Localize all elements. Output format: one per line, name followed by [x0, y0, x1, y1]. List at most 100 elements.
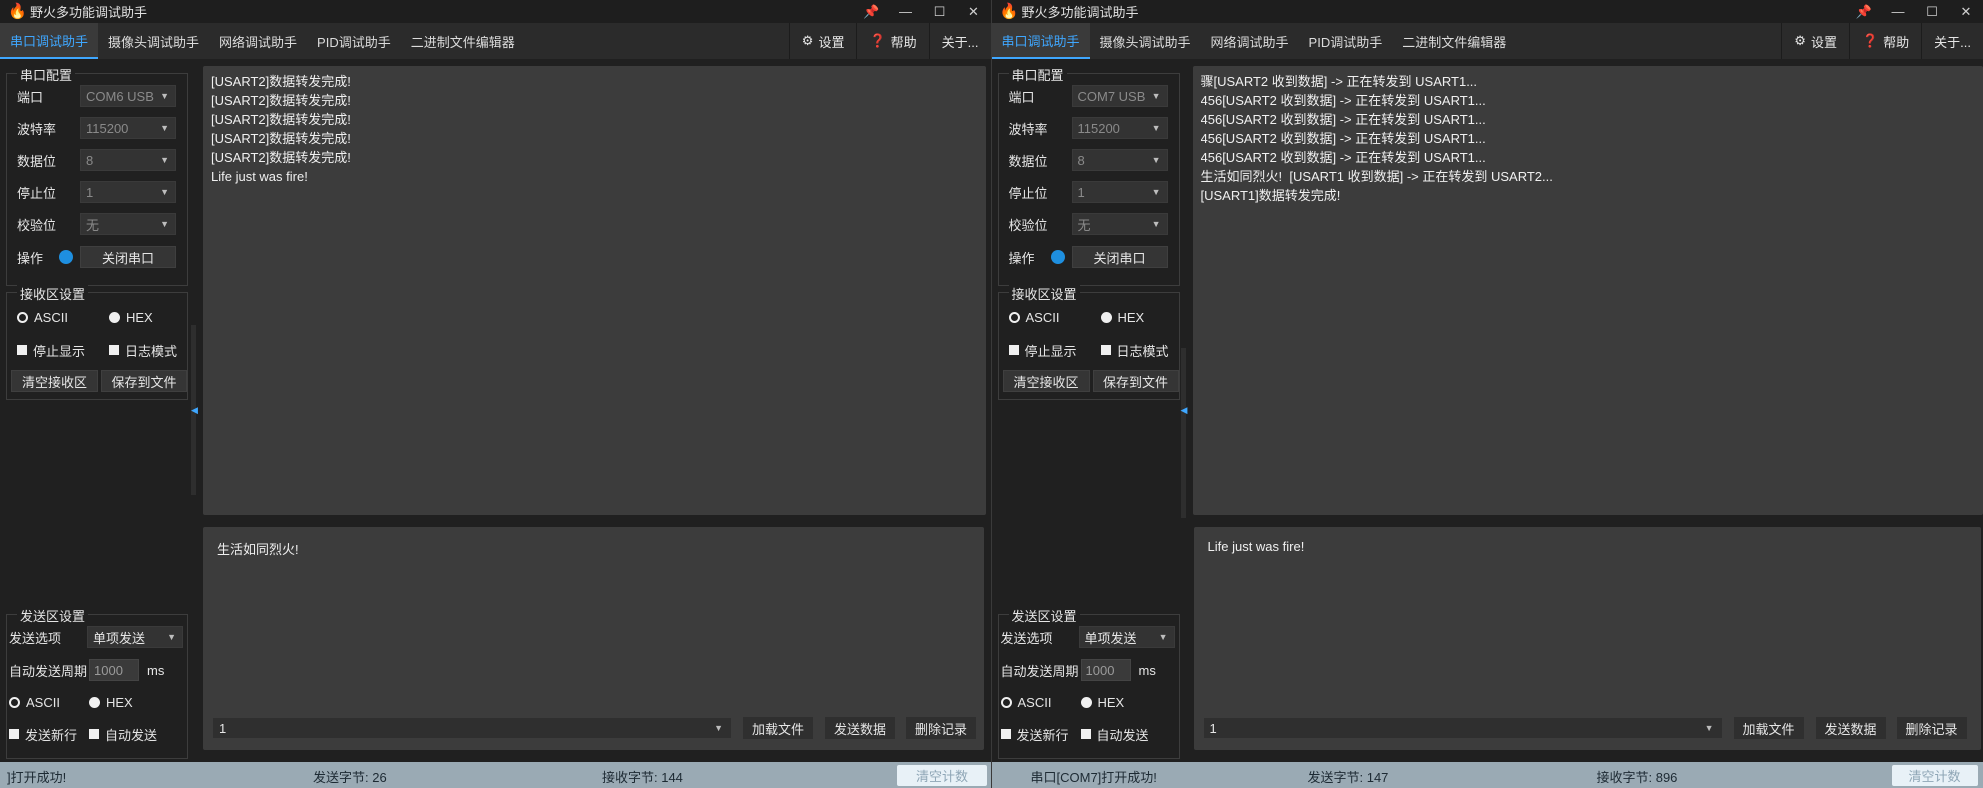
close-port-button[interactable]: 关闭串口 [1071, 246, 1168, 268]
period-unit: ms [147, 662, 165, 678]
minimize-button[interactable]: — [1881, 0, 1915, 23]
send-area[interactable]: 生活如同烈火! 1 ▼ 加载文件 发送数据 删除记录 [203, 527, 984, 750]
help-button[interactable]: ❓ 帮助 [856, 23, 928, 59]
help-button[interactable]: ❓ 帮助 [1848, 23, 1921, 59]
send-data-button[interactable]: 发送数据 [825, 717, 895, 739]
settings-button[interactable]: ⚙ 设置 [1781, 23, 1849, 59]
stop-display-checkbox[interactable]: 停止显示 [17, 341, 109, 360]
panel-splitter[interactable] [1180, 348, 1186, 518]
stopbits-select[interactable]: 1 ▼ [80, 181, 176, 203]
tab-pid[interactable]: PID调试助手 [307, 23, 401, 59]
close-button[interactable]: ✕ [957, 0, 991, 23]
tab-network[interactable]: 网络调试助手 [1201, 23, 1299, 59]
send-hex-radio[interactable]: HEX [1080, 695, 1124, 710]
auto-send-label: 自动发送 [1096, 727, 1149, 743]
parity-select[interactable]: 无 ▼ [80, 213, 176, 235]
save-to-file-button[interactable]: 保存到文件 [1092, 370, 1179, 392]
receive-hex-label: HEX [126, 309, 153, 325]
send-data-button[interactable]: 发送数据 [1815, 717, 1886, 739]
receive-hex-radio[interactable]: HEX [1100, 310, 1144, 325]
log-mode-label: 日志模式 [125, 343, 178, 359]
stopbits-label: 停止位 [1008, 185, 1048, 201]
collapse-arrow-icon[interactable]: ◀ [1181, 405, 1188, 416]
pin-icon[interactable]: 📌 [1847, 0, 1881, 23]
clear-receive-button[interactable]: 清空接收区 [1002, 370, 1090, 392]
tab-camera[interactable]: 摄像头调试助手 [98, 23, 209, 59]
tab-binary-editor[interactable]: 二进制文件编辑器 [401, 23, 525, 59]
receive-ascii-radio[interactable]: ASCII [17, 310, 109, 325]
send-history-value: 1 [219, 720, 227, 736]
delete-history-button[interactable]: 删除记录 [906, 717, 976, 739]
send-area[interactable]: Life just was fire! 1 ▼ 加载文件 发送数据 删除记录 [1193, 527, 1981, 750]
settings-button[interactable]: ⚙ 设置 [788, 23, 857, 59]
stopbits-select[interactable]: 1 ▼ [1071, 181, 1168, 203]
window-title: 野火多功能调试助手 [30, 5, 148, 20]
auto-send-checkbox[interactable]: 自动发送 [89, 725, 157, 744]
baud-select[interactable]: 115200 ▼ [1071, 117, 1168, 139]
about-button[interactable]: 关于... [1921, 23, 1983, 59]
send-ascii-radio[interactable]: ASCII [1000, 694, 1081, 710]
send-ascii-label: ASCII [26, 694, 60, 710]
receive-text: 骤[USART2 收到数据] -> 正在转发到 USART1... 456[US… [1200, 74, 1553, 203]
databits-label: 数据位 [1008, 153, 1048, 169]
send-ascii-radio[interactable]: ASCII [9, 695, 89, 710]
chevron-down-icon: ▼ [160, 219, 169, 229]
minimize-button[interactable]: — [889, 0, 923, 23]
databits-value: 8 [86, 152, 94, 168]
send-option-select[interactable]: 单项发送 ▼ [1078, 626, 1175, 648]
databits-select[interactable]: 8 ▼ [80, 149, 176, 171]
serial-config-title: 串口配置 [17, 65, 76, 84]
delete-history-button[interactable]: 删除记录 [1896, 717, 1967, 739]
send-ascii-label: ASCII [1017, 694, 1052, 710]
send-settings-group: 发送区设置 发送选项 单项发送 ▼ 自动发送周期 1000 ms ASCII HE… [997, 606, 1180, 759]
receive-hex-radio[interactable]: HEX [109, 310, 153, 325]
chevron-down-icon: ▼ [1158, 632, 1168, 642]
log-mode-checkbox[interactable]: 日志模式 [1100, 341, 1169, 360]
collapse-arrow-icon[interactable]: ◀ [191, 405, 198, 416]
close-button[interactable]: ✕ [1949, 0, 1983, 23]
baud-select[interactable]: 115200 ▼ [80, 117, 176, 139]
log-mode-checkbox[interactable]: 日志模式 [109, 341, 177, 360]
auto-period-input[interactable]: 1000 [89, 659, 139, 681]
send-newline-checkbox[interactable]: 发送新行 [1000, 725, 1081, 744]
send-option-select[interactable]: 单项发送 ▼ [87, 626, 183, 648]
auto-period-input[interactable]: 1000 [1080, 659, 1131, 681]
stop-display-checkbox[interactable]: 停止显示 [1008, 341, 1101, 360]
load-file-button[interactable]: 加载文件 [1733, 717, 1804, 739]
baud-label: 波特率 [1008, 121, 1048, 137]
tab-binary-editor[interactable]: 二进制文件编辑器 [1392, 23, 1516, 59]
clear-receive-button[interactable]: 清空接收区 [11, 370, 98, 392]
tab-serial[interactable]: 串口调试助手 [991, 23, 1090, 59]
clear-count-button[interactable]: 清空计数 [897, 765, 987, 786]
auto-send-checkbox[interactable]: 自动发送 [1080, 725, 1149, 744]
load-file-button[interactable]: 加载文件 [743, 717, 813, 739]
receive-ascii-radio[interactable]: ASCII [1008, 310, 1101, 325]
tab-network[interactable]: 网络调试助手 [209, 23, 307, 59]
send-newline-checkbox[interactable]: 发送新行 [9, 725, 89, 744]
left-config-panel: 串口配置 端口 COM6 USB ▼ 波特率 115200 ▼ 数据位 8 ▼ 停止位… [0, 59, 200, 759]
tab-serial[interactable]: 串口调试助手 [0, 23, 99, 59]
tab-camera[interactable]: 摄像头调试助手 [1090, 23, 1201, 59]
receive-area[interactable]: [USART2]数据转发完成! [USART2]数据转发完成! [USART2]… [203, 66, 986, 515]
tab-pid[interactable]: PID调试助手 [1299, 23, 1393, 59]
databits-select[interactable]: 8 ▼ [1071, 149, 1168, 171]
close-port-button[interactable]: 关闭串口 [80, 246, 176, 268]
clear-count-button[interactable]: 清空计数 [1891, 765, 1978, 786]
send-history-select[interactable]: 1 ▼ [213, 718, 731, 738]
pin-icon[interactable]: 📌 [855, 0, 889, 23]
send-hex-radio[interactable]: HEX [89, 695, 133, 710]
maximize-button[interactable]: ☐ [923, 0, 957, 23]
port-select[interactable]: COM7 USB ▼ [1071, 85, 1168, 107]
receive-area[interactable]: 骤[USART2 收到数据] -> 正在转发到 USART1... 456[US… [1192, 66, 1983, 515]
about-button[interactable]: 关于... [928, 23, 991, 59]
save-to-file-button[interactable]: 保存到文件 [101, 370, 187, 392]
flame-logo-icon: 🔥 [8, 2, 27, 20]
send-history-select[interactable]: 1 ▼ [1203, 718, 1722, 738]
maximize-button[interactable]: ☐ [1915, 0, 1949, 23]
receive-settings-group: 接收区设置 ASCII HEX 停止显示 日志模式 清空接收区 保存到文件 [6, 284, 188, 400]
port-select[interactable]: COM6 USB ▼ [80, 85, 176, 107]
sent-bytes: 发送字节: 26 [313, 770, 387, 785]
chevron-down-icon: ▼ [714, 723, 723, 733]
parity-select[interactable]: 无 ▼ [1071, 213, 1168, 235]
port-status-indicator [1050, 250, 1065, 264]
